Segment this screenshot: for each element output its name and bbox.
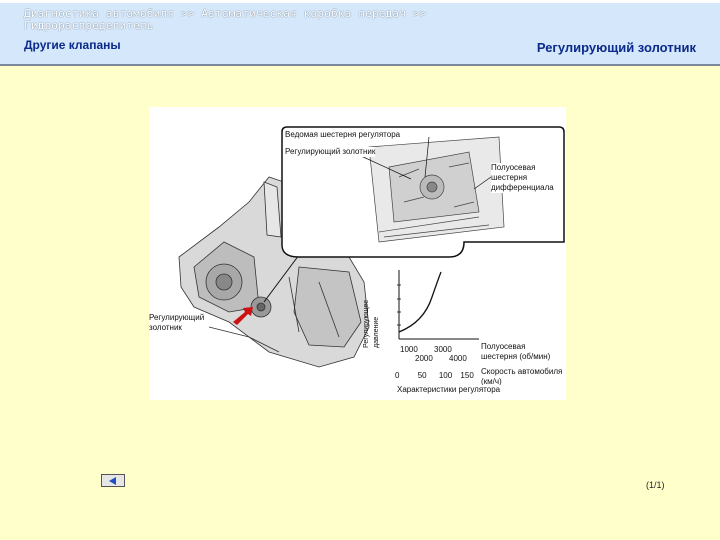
- tick-1000: 1000: [400, 345, 418, 354]
- label-x-ticks-mid: 2000 4000: [415, 354, 467, 364]
- tick-0: 0: [395, 371, 400, 380]
- label-governor-valve-top: Регулирующий золотник: [285, 147, 376, 157]
- label-vehicle-speed: Скорость автомобиля (км/ч): [481, 367, 563, 387]
- breadcrumb: Диагностика автомобиля >> Автоматическая…: [24, 7, 427, 32]
- label-x-axle-speed: Полуосевая шестерня (об/мин): [481, 342, 563, 362]
- back-button[interactable]: [101, 474, 125, 487]
- label-y-axis: Регулирующее давление: [363, 299, 380, 348]
- page-counter: (1/1): [646, 480, 665, 490]
- label-x-ticks-speed: 0 50 100 150: [395, 371, 474, 381]
- label-governor-valve-left: Регулирующий золотник: [149, 313, 205, 332]
- tick-100: 100: [438, 371, 453, 380]
- header-bar: Диагностика автомобиля >> Автоматическая…: [0, 0, 720, 66]
- tick-4000: 4000: [449, 354, 467, 363]
- section-title: Другие клапаны: [24, 38, 121, 52]
- header-top-border: [0, 0, 720, 3]
- governor-illustration: Ведомая шестерня регулятора Регулирующий…: [149, 107, 566, 400]
- tick-50: 50: [417, 371, 427, 380]
- tick-3000: 3000: [434, 345, 452, 354]
- tick-150: 150: [460, 371, 474, 380]
- chart-caption: Характеристики регулятора: [397, 385, 501, 395]
- label-axle-gear: Полуосевая шестерня дифференциала: [491, 163, 561, 193]
- tick-2000: 2000: [415, 354, 433, 363]
- left-arrow-icon: [109, 477, 116, 485]
- label-driven-gear: Ведомая шестерня регулятора: [285, 130, 401, 140]
- page-title: Регулирующий золотник: [536, 40, 696, 55]
